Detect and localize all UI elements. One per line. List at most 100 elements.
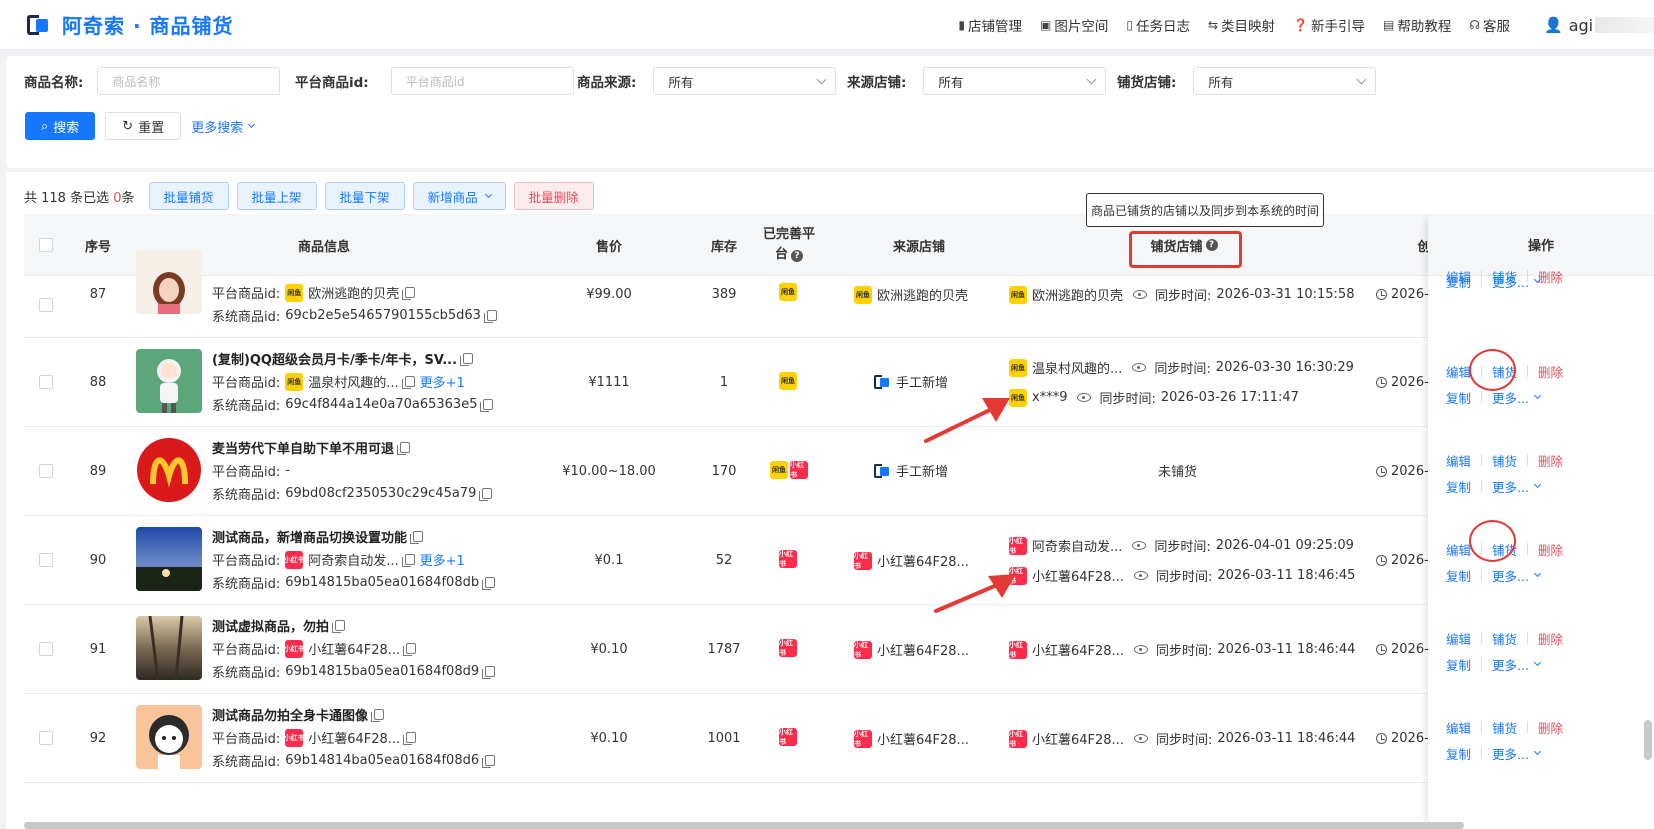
copy-icon[interactable] bbox=[401, 554, 415, 567]
delete-button[interactable]: 删除 bbox=[1538, 718, 1563, 737]
delete-button[interactable]: 删除 bbox=[1538, 451, 1563, 470]
table-row[interactable]: 87 平台商品id: 闲鱼 欧洲逃跑的贝壳 系统商品id: 69cb2e5e54657… bbox=[24, 250, 1654, 338]
table-row[interactable]: 89 麦当劳代下单自助下单不用可退 平台商品id: - 系统商品id: 69bd08… bbox=[24, 427, 1654, 516]
edit-button[interactable]: 编辑 bbox=[1446, 267, 1471, 286]
more-actions-button[interactable]: 更多... bbox=[1492, 566, 1529, 585]
product-title[interactable]: (复制)QQ超级会员月卡/季卡/年卡，SV... bbox=[212, 349, 457, 368]
nav-task-log[interactable]: ▯ 任务日志 bbox=[1126, 15, 1190, 35]
more-platforms-link[interactable]: 更多+1 bbox=[420, 550, 465, 569]
nav-help-tutorial[interactable]: ▤ 帮助教程 bbox=[1383, 15, 1451, 35]
eye-icon[interactable] bbox=[1133, 645, 1148, 654]
nav-image-space[interactable]: ▣ 图片空间 bbox=[1040, 15, 1108, 35]
copy-button[interactable]: 复制 bbox=[1446, 744, 1471, 763]
product-title[interactable]: 测试商品，新增商品切换设置功能 bbox=[212, 527, 407, 546]
edit-button[interactable]: 编辑 bbox=[1446, 629, 1471, 648]
more-actions-button[interactable]: 更多... bbox=[1492, 477, 1529, 496]
copy-icon[interactable] bbox=[332, 620, 346, 633]
copy-button[interactable]: 复制 bbox=[1446, 566, 1471, 585]
copy-icon[interactable] bbox=[483, 310, 497, 323]
user-menu[interactable]: 👤 agi bbox=[1544, 16, 1654, 35]
source-store-select[interactable]: 所有 bbox=[923, 67, 1107, 95]
copy-icon[interactable] bbox=[482, 577, 496, 590]
table-row[interactable]: 91 测试虚拟商品，勿拍 平台商品id: 小红书 小红薯64F28... 系统商品i… bbox=[24, 605, 1654, 694]
vertical-scrollbar[interactable] bbox=[1644, 720, 1652, 760]
more-search-toggle[interactable]: 更多搜索 bbox=[191, 117, 256, 136]
nav-category-mapping[interactable]: ⇆ 类目映射 bbox=[1208, 15, 1275, 35]
product-title[interactable]: 麦当劳代下单自助下单不用可退 bbox=[212, 438, 394, 457]
copy-button[interactable]: 复制 bbox=[1446, 477, 1471, 496]
product-title[interactable]: 测试商品勿拍全身卡通图像 bbox=[212, 705, 368, 724]
delete-button[interactable]: 删除 bbox=[1538, 362, 1563, 381]
copy-icon[interactable] bbox=[460, 353, 474, 366]
copy-icon[interactable] bbox=[480, 399, 494, 412]
copy-icon[interactable] bbox=[397, 442, 411, 455]
product-name-input[interactable]: 商品名称 bbox=[97, 67, 281, 95]
copy-icon[interactable] bbox=[410, 531, 424, 544]
batch-list-button[interactable]: 批量上架 bbox=[236, 182, 317, 210]
copy-icon[interactable] bbox=[482, 755, 496, 768]
batch-delete-button[interactable]: 批量删除 bbox=[513, 182, 594, 210]
product-thumbnail[interactable] bbox=[136, 438, 202, 502]
row-checkbox[interactable] bbox=[39, 464, 53, 478]
nav-customer-service[interactable]: ☊ 客服 bbox=[1469, 15, 1510, 35]
copy-icon[interactable] bbox=[401, 376, 415, 389]
row-checkbox[interactable] bbox=[39, 731, 53, 745]
product-thumbnail[interactable] bbox=[136, 705, 202, 769]
eye-icon[interactable] bbox=[1132, 541, 1147, 550]
product-thumbnail[interactable] bbox=[136, 250, 202, 314]
copy-icon[interactable] bbox=[403, 732, 417, 745]
product-thumbnail[interactable] bbox=[136, 616, 202, 680]
batch-delist-button[interactable]: 批量下架 bbox=[324, 182, 405, 210]
table-row[interactable]: 88 (复制)QQ超级会员月卡/季卡/年卡，SV... 平台商品id: 闲鱼 温泉村… bbox=[24, 338, 1654, 427]
batch-distribute-button[interactable]: 批量铺货 bbox=[148, 182, 229, 210]
dist-store-select[interactable]: 所有 bbox=[1193, 67, 1377, 95]
edit-button[interactable]: 编辑 bbox=[1446, 718, 1471, 737]
copy-icon[interactable] bbox=[479, 488, 493, 501]
distribute-button[interactable]: 铺货 bbox=[1492, 629, 1517, 648]
product-thumbnail[interactable] bbox=[136, 349, 202, 413]
nav-beginner-guide[interactable]: ❓ 新手引导 bbox=[1293, 15, 1365, 35]
copy-icon[interactable] bbox=[371, 709, 385, 722]
copy-icon[interactable] bbox=[482, 666, 496, 679]
help-icon[interactable]: ? bbox=[791, 250, 803, 262]
reset-button[interactable]: ↻ 重置 bbox=[105, 112, 182, 140]
horizontal-scrollbar[interactable] bbox=[24, 822, 1464, 829]
delete-button[interactable]: 删除 bbox=[1538, 267, 1563, 286]
more-actions-button[interactable]: 更多... bbox=[1492, 744, 1529, 763]
product-thumbnail[interactable] bbox=[136, 527, 202, 591]
product-source-select[interactable]: 所有 bbox=[653, 67, 837, 95]
edit-button[interactable]: 编辑 bbox=[1446, 451, 1471, 470]
nav-store-management[interactable]: ▮ 店铺管理 bbox=[958, 15, 1022, 35]
add-product-button[interactable]: 新增商品 bbox=[412, 182, 506, 210]
eye-icon[interactable] bbox=[1077, 393, 1092, 402]
more-platforms-link[interactable]: 更多+1 bbox=[420, 372, 465, 391]
row-checkbox[interactable] bbox=[39, 642, 53, 656]
eye-icon[interactable] bbox=[1133, 734, 1148, 743]
copy-button[interactable]: 复制 bbox=[1446, 388, 1471, 407]
more-actions-button[interactable]: 更多... bbox=[1492, 655, 1529, 674]
row-checkbox[interactable] bbox=[39, 553, 53, 567]
delete-button[interactable]: 删除 bbox=[1538, 540, 1563, 559]
not-distributed-text: 未铺货 bbox=[1158, 465, 1198, 480]
row-checkbox[interactable] bbox=[39, 375, 53, 389]
distribute-button[interactable]: 铺货 bbox=[1492, 267, 1517, 286]
logo[interactable]: 阿奇索 · 商品铺货 bbox=[26, 10, 234, 39]
copy-button[interactable]: 复制 bbox=[1446, 655, 1471, 674]
platform-id-input[interactable]: 平台商品id bbox=[390, 67, 574, 95]
copy-icon[interactable] bbox=[403, 643, 417, 656]
distribute-button[interactable]: 铺货 bbox=[1492, 718, 1517, 737]
product-title[interactable]: 测试虚拟商品，勿拍 bbox=[212, 616, 329, 635]
eye-icon[interactable] bbox=[1133, 290, 1148, 299]
row-checkbox[interactable] bbox=[39, 298, 53, 312]
edit-button[interactable]: 编辑 bbox=[1446, 540, 1471, 559]
select-all-checkbox[interactable] bbox=[39, 238, 53, 252]
distribute-button[interactable]: 铺货 bbox=[1492, 451, 1517, 470]
copy-icon[interactable] bbox=[402, 287, 416, 300]
table-row[interactable]: 92 测试商品勿拍全身卡通图像 平台商品id: 小红书 小红薯64F28... 系统… bbox=[24, 694, 1654, 783]
search-button[interactable]: ⌕ 搜索 bbox=[25, 112, 96, 140]
delete-button[interactable]: 删除 bbox=[1538, 629, 1563, 648]
edit-button[interactable]: 编辑 bbox=[1446, 362, 1471, 381]
eye-icon[interactable] bbox=[1133, 571, 1148, 580]
eye-icon[interactable] bbox=[1132, 363, 1147, 372]
table-row[interactable]: 90 测试商品，新增商品切换设置功能 平台商品id: 小红书 阿奇索自动发... 更多… bbox=[24, 516, 1654, 605]
